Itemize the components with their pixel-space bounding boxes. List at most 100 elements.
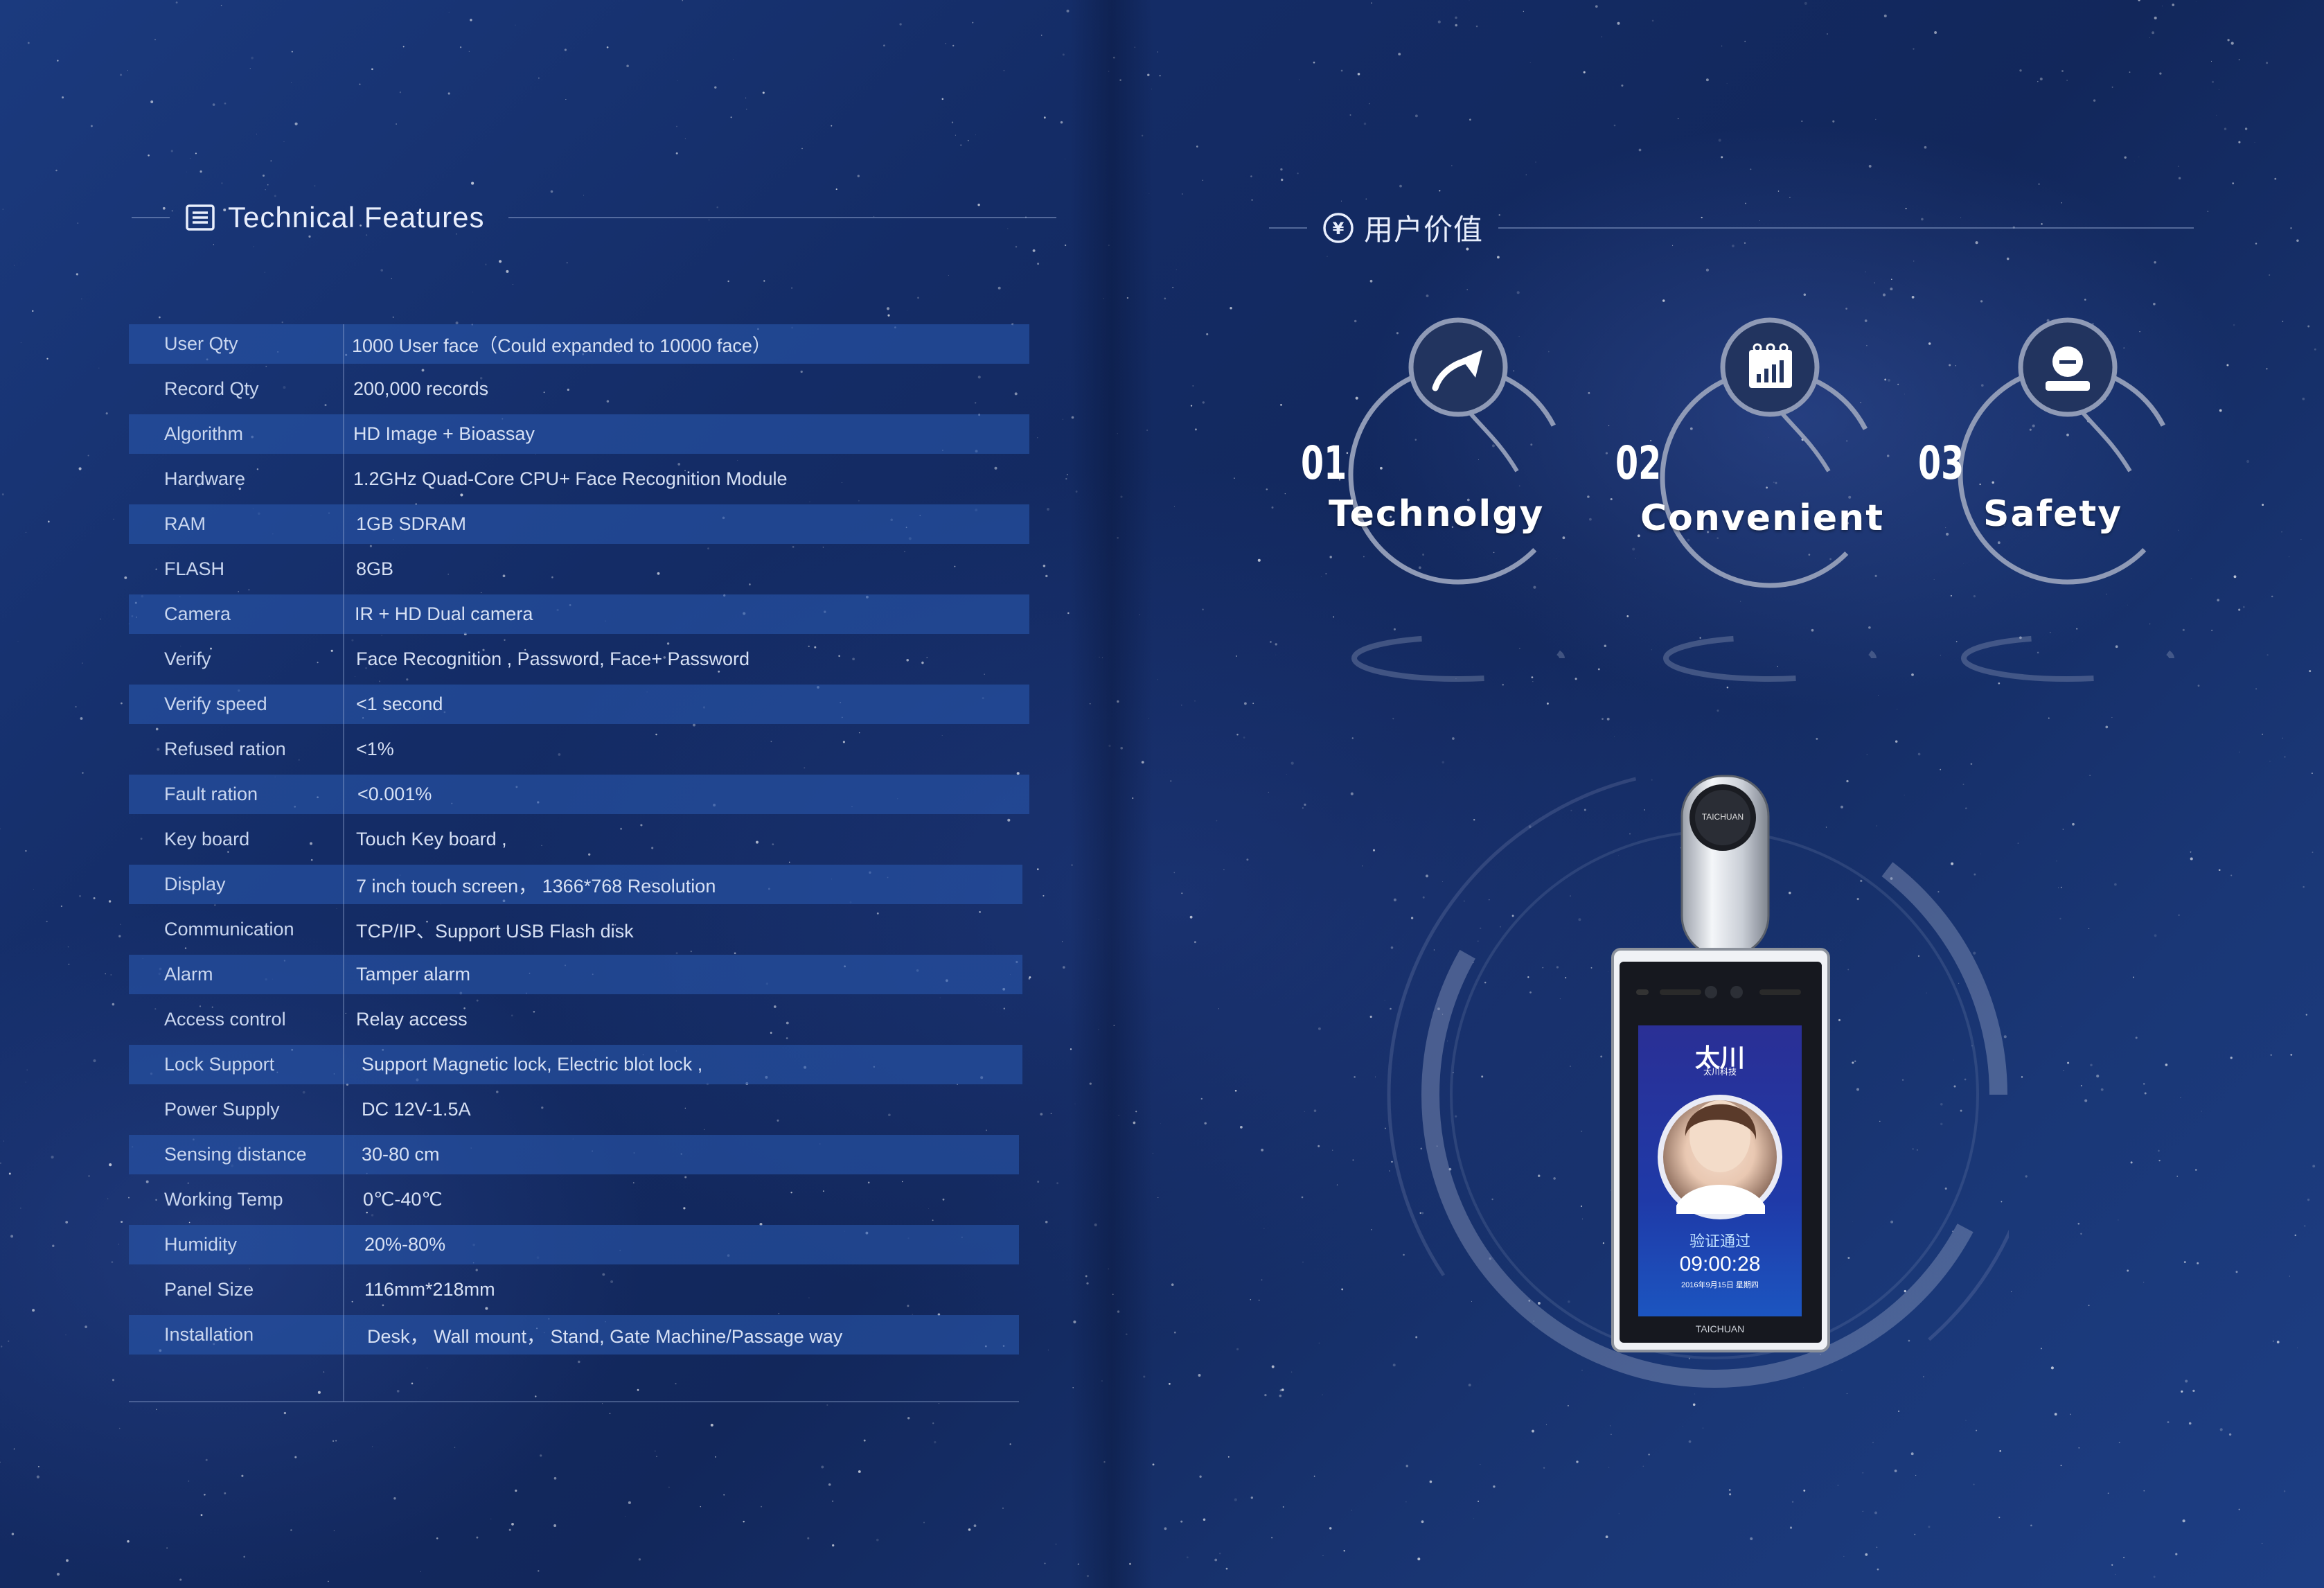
star — [637, 1388, 639, 1391]
star — [2037, 80, 2039, 82]
star — [0, 1162, 1, 1164]
star — [1368, 103, 1370, 105]
star — [2312, 1165, 2316, 1167]
star — [121, 702, 123, 705]
star — [1340, 69, 1343, 72]
star — [1608, 1467, 1610, 1468]
star — [638, 1558, 641, 1561]
star — [2230, 1057, 2233, 1059]
screen-date: 2016年9月15日 星期四 — [1681, 1281, 1759, 1289]
star — [1271, 506, 1274, 509]
spec-value: DC 12V-1.5A — [362, 1099, 471, 1120]
star — [291, 51, 293, 53]
spec-row: Algorithm HD Image + Bioassay — [129, 414, 1029, 454]
star — [564, 48, 567, 51]
star — [1214, 1558, 1218, 1562]
star — [2262, 504, 2264, 506]
star — [1243, 736, 1245, 739]
heading-rule-right — [1498, 227, 2194, 229]
star — [1998, 1517, 2001, 1519]
star — [710, 1423, 713, 1427]
star — [283, 1411, 287, 1415]
star — [1313, 61, 1315, 64]
star — [294, 1456, 297, 1458]
star — [1915, 1474, 1917, 1476]
spec-value: 8GB — [356, 558, 394, 579]
spec-value: 116mm*218mm — [364, 1279, 495, 1300]
star — [1924, 145, 1927, 149]
star — [1250, 1298, 1252, 1300]
star — [2305, 1014, 2307, 1016]
star — [2039, 78, 2043, 80]
star — [1202, 608, 1204, 610]
spec-row: Verify Face Recognition , Password, Face+… — [129, 639, 1029, 679]
user-value-heading: ¥ 用户价值 — [1269, 206, 2194, 249]
star — [37, 1465, 39, 1467]
star — [1250, 175, 1252, 177]
star — [332, 1440, 335, 1443]
star — [1363, 122, 1367, 125]
star — [274, 195, 276, 197]
spec-value: TCP/IP、Support USB Flash disk — [356, 921, 634, 942]
star — [1271, 1537, 1272, 1539]
star — [2, 209, 4, 211]
star — [1032, 249, 1036, 252]
star — [1234, 1498, 1237, 1501]
star — [2066, 80, 2068, 81]
star — [0, 1461, 1, 1463]
star — [359, 83, 361, 85]
star — [1832, 120, 1835, 123]
star — [1351, 737, 1354, 739]
star — [723, 1494, 725, 1496]
star — [2296, 239, 2299, 242]
star — [1304, 1111, 1305, 1112]
star — [2077, 1222, 2080, 1225]
star — [2096, 1075, 2100, 1078]
star — [2054, 1413, 2057, 1416]
star — [1973, 1483, 1975, 1485]
spec-value: 1.2GHz Quad-Core CPU+ Face Recognition M… — [353, 468, 788, 489]
star — [1437, 20, 1441, 24]
star — [1275, 643, 1277, 646]
star — [1398, 53, 1401, 56]
star — [108, 900, 112, 903]
star — [1341, 1288, 1344, 1291]
star — [807, 1537, 810, 1540]
star — [1063, 966, 1065, 969]
star — [1478, 1500, 1480, 1502]
star — [535, 1395, 537, 1397]
star — [1266, 488, 1268, 491]
star — [1301, 1196, 1304, 1199]
star — [2238, 1508, 2240, 1510]
spec-value: <1 second — [356, 694, 443, 714]
spec-row: Working Temp 0℃-40℃ — [129, 1180, 1029, 1219]
star — [80, 717, 83, 720]
star — [578, 1360, 580, 1364]
technical-features-heading: Technical Features — [132, 201, 1056, 234]
star — [967, 139, 969, 141]
star — [951, 121, 954, 123]
spec-label: Verify — [164, 649, 211, 669]
star — [1043, 116, 1046, 119]
star — [887, 314, 890, 317]
star — [2019, 69, 2022, 72]
spec-row: Humidity 20%-80% — [129, 1225, 1029, 1264]
star — [1194, 941, 1196, 944]
star — [828, 1483, 831, 1486]
spec-label: Communication — [164, 919, 294, 939]
star — [1261, 1279, 1263, 1281]
spec-label: FLASH — [164, 558, 225, 579]
star — [1268, 791, 1269, 793]
star — [2172, 3, 2175, 6]
star — [2238, 59, 2240, 60]
star — [1480, 1464, 1481, 1465]
star — [166, 1547, 168, 1549]
star — [2181, 1390, 2183, 1393]
star — [676, 125, 677, 127]
star — [1332, 1149, 1333, 1151]
star — [675, 1383, 677, 1385]
star — [1602, 718, 1604, 720]
star — [540, 1454, 542, 1457]
star — [1043, 565, 1046, 567]
star — [1189, 915, 1193, 919]
